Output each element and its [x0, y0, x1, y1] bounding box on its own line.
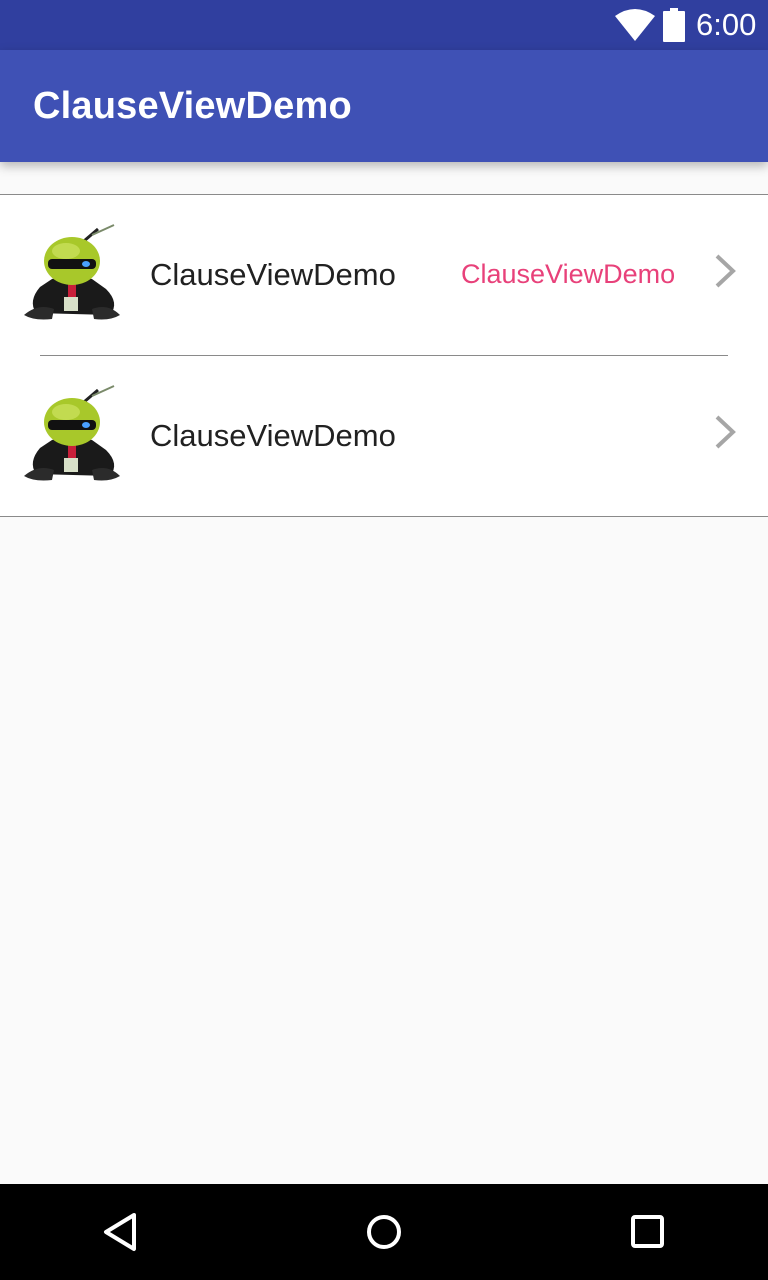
list-item[interactable]: ClauseViewDemo: [0, 356, 768, 516]
item-value: ClauseViewDemo: [461, 259, 676, 289]
navigation-bar: [0, 1184, 768, 1280]
status-time: 6:00: [696, 7, 757, 42]
status-bar: 6:00: [0, 0, 768, 50]
back-icon[interactable]: [100, 1212, 140, 1257]
wifi-icon: [614, 8, 656, 47]
app-bar: ClauseViewDemo: [0, 50, 768, 162]
list-item[interactable]: ClauseViewDemo ClauseViewDemo: [0, 195, 768, 356]
android-ninja-avatar-icon: [22, 384, 124, 486]
recents-icon[interactable]: [627, 1212, 669, 1257]
chevron-right-icon: [712, 253, 738, 294]
battery-icon: [663, 8, 685, 47]
android-ninja-avatar-icon: [22, 223, 124, 325]
app-title: ClauseViewDemo: [33, 85, 352, 127]
chevron-right-icon: [712, 414, 738, 455]
home-icon[interactable]: [362, 1212, 406, 1257]
clause-list: ClauseViewDemo ClauseViewDemo ClauseView…: [0, 194, 768, 517]
item-title: ClauseViewDemo: [150, 418, 396, 453]
item-title: ClauseViewDemo: [150, 257, 396, 292]
